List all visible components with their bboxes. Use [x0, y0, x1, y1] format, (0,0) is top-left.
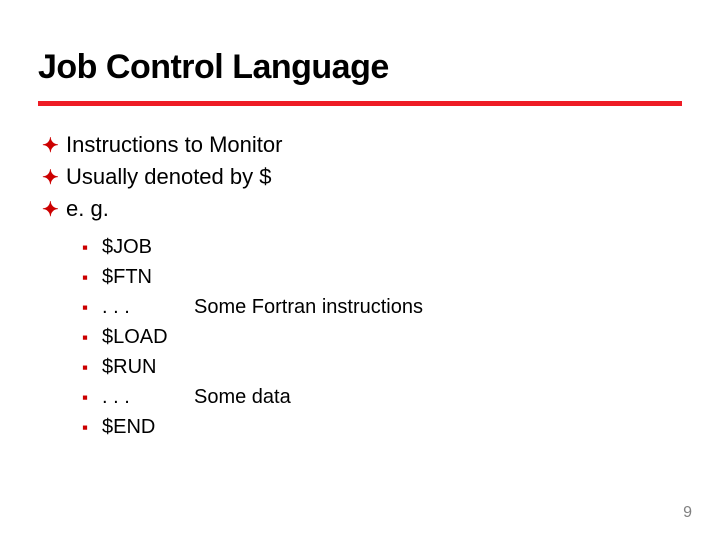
list-item: ▪ $JOB: [82, 232, 682, 262]
list-item: ✦ Instructions to Monitor: [42, 130, 682, 160]
bullet-icon: ▪: [82, 295, 98, 321]
list-item: ✦ e. g.: [42, 194, 682, 224]
code-text: $FTN: [102, 262, 176, 292]
code-text: $RUN: [102, 352, 176, 382]
title-underline: [38, 101, 682, 106]
bullet-icon: ▪: [82, 415, 98, 441]
code-text: $JOB: [102, 232, 176, 262]
bullet-icon: ▪: [82, 265, 98, 291]
bullet-icon: ✦: [42, 133, 60, 160]
list-item: ▪ $FTN: [82, 262, 682, 292]
slide-title: Job Control Language: [38, 48, 682, 87]
bullet-text: e. g.: [66, 194, 109, 224]
bullet-list-level2: ▪ $JOB ▪ $FTN ▪ . . . Some Fortran instr…: [38, 232, 682, 442]
bullet-list-level1: ✦ Instructions to Monitor ✦ Usually deno…: [38, 130, 682, 224]
list-item: ▪ . . . Some Fortran instructions: [82, 292, 682, 322]
code-text: $END: [102, 412, 176, 442]
list-item: ▪ $LOAD: [82, 322, 682, 352]
bullet-icon: ▪: [82, 325, 98, 351]
list-item: ▪ . . . Some data: [82, 382, 682, 412]
bullet-icon: ▪: [82, 235, 98, 261]
list-item: ✦ Usually denoted by $: [42, 162, 682, 192]
code-text: . . .: [102, 382, 176, 412]
extra-text: Some data: [194, 382, 291, 412]
bullet-icon: ✦: [42, 165, 60, 192]
bullet-icon: ▪: [82, 385, 98, 411]
bullet-icon: ▪: [82, 355, 98, 381]
extra-text: Some Fortran instructions: [194, 292, 423, 322]
bullet-icon: ✦: [42, 197, 60, 224]
bullet-text: Usually denoted by $: [66, 162, 271, 192]
page-number: 9: [683, 504, 692, 522]
list-item: ▪ $END: [82, 412, 682, 442]
list-item: ▪ $RUN: [82, 352, 682, 382]
bullet-text: Instructions to Monitor: [66, 130, 282, 160]
code-text: $LOAD: [102, 322, 176, 352]
code-text: . . .: [102, 292, 176, 322]
